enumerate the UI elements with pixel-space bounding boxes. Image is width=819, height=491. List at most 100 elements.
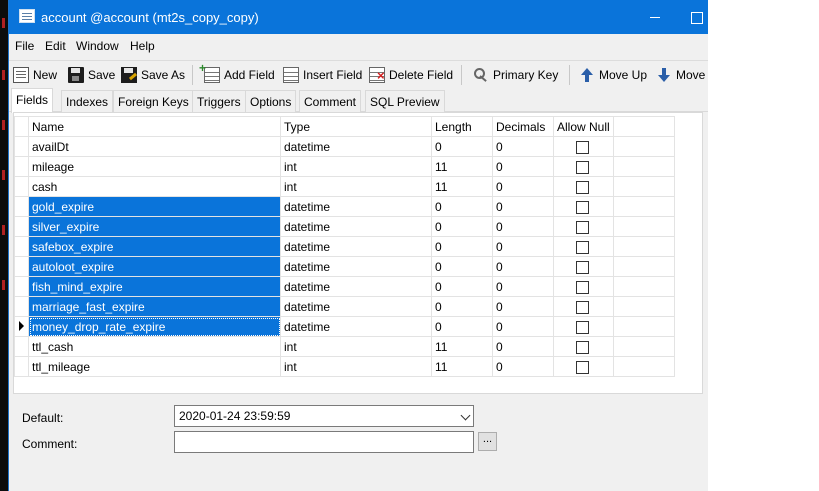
move-down-button[interactable]: Move (656, 65, 705, 85)
comment-ellipsis-button[interactable]: ... (478, 432, 497, 451)
cell-type[interactable]: datetime (280, 196, 432, 217)
allow-null-checkbox[interactable] (576, 220, 589, 234)
fields-grid[interactable]: Name Type Length Decimals Allow Null ava… (13, 112, 703, 394)
cell-decimals[interactable]: 0 (492, 156, 554, 177)
move-up-button[interactable]: Move Up (579, 65, 647, 85)
cell-type[interactable]: datetime (280, 216, 432, 237)
cell-type[interactable]: datetime (280, 296, 432, 317)
tab-sql-preview[interactable]: SQL Preview (365, 90, 445, 112)
cell-name[interactable]: money_drop_rate_expire (28, 316, 281, 337)
table-row[interactable]: silver_expire datetime 0 0 (14, 216, 675, 237)
cell-decimals[interactable]: 0 (492, 296, 554, 317)
insert-field-button[interactable]: Insert Field (283, 65, 362, 85)
cell-name[interactable]: marriage_fast_expire (28, 296, 281, 317)
cell-length[interactable]: 11 (431, 356, 493, 377)
allow-null-checkbox[interactable] (576, 140, 589, 154)
cell-name[interactable]: silver_expire (28, 216, 281, 237)
table-row[interactable]: ttl_cash int 11 0 (14, 336, 675, 357)
cell-name[interactable]: fish_mind_expire (28, 276, 281, 297)
cell-decimals[interactable]: 0 (492, 216, 554, 237)
cell-type[interactable]: int (280, 356, 432, 377)
allow-null-checkbox[interactable] (576, 360, 589, 374)
save-button[interactable]: Save (68, 65, 115, 85)
delete-field-button[interactable]: Delete Field (369, 65, 453, 85)
cell-name[interactable]: ttl_mileage (28, 356, 281, 377)
cell-name[interactable]: availDt (28, 136, 281, 157)
cell-name[interactable]: mileage (28, 156, 281, 177)
allow-null-checkbox[interactable] (576, 200, 589, 214)
menu-window[interactable]: Window (76, 39, 119, 53)
allow-null-checkbox[interactable] (576, 260, 589, 274)
minimize-button[interactable] (645, 8, 665, 26)
cell-length[interactable]: 0 (431, 256, 493, 277)
cell-allow-null[interactable] (553, 216, 614, 237)
allow-null-checkbox[interactable] (576, 240, 589, 254)
cell-decimals[interactable]: 0 (492, 336, 554, 357)
cell-type[interactable]: datetime (280, 276, 432, 297)
cell-type[interactable]: int (280, 336, 432, 357)
cell-allow-null[interactable] (553, 256, 614, 277)
table-row[interactable]: cash int 11 0 (14, 176, 675, 197)
cell-type[interactable]: int (280, 156, 432, 177)
cell-name[interactable]: gold_expire (28, 196, 281, 217)
cell-allow-null[interactable] (553, 276, 614, 297)
comment-field[interactable] (174, 431, 474, 453)
menu-file[interactable]: File (15, 39, 34, 53)
cell-decimals[interactable]: 0 (492, 356, 554, 377)
cell-allow-null[interactable] (553, 136, 614, 157)
table-row[interactable]: ttl_mileage int 11 0 (14, 356, 675, 377)
menu-help[interactable]: Help (130, 39, 155, 53)
table-row[interactable]: safebox_expire datetime 0 0 (14, 236, 675, 257)
cell-allow-null[interactable] (553, 176, 614, 197)
cell-allow-null[interactable] (553, 236, 614, 257)
cell-name[interactable]: safebox_expire (28, 236, 281, 257)
column-header-length[interactable]: Length (431, 116, 493, 137)
cell-allow-null[interactable] (553, 196, 614, 217)
table-row[interactable]: fish_mind_expire datetime 0 0 (14, 276, 675, 297)
tab-foreign-keys[interactable]: Foreign Keys (113, 90, 194, 112)
cell-decimals[interactable]: 0 (492, 196, 554, 217)
cell-type[interactable]: datetime (280, 236, 432, 257)
allow-null-checkbox[interactable] (576, 320, 589, 334)
column-header-decimals[interactable]: Decimals (492, 116, 554, 137)
allow-null-checkbox[interactable] (576, 160, 589, 174)
cell-name[interactable]: ttl_cash (28, 336, 281, 357)
cell-allow-null[interactable] (553, 356, 614, 377)
cell-length[interactable]: 0 (431, 236, 493, 257)
cell-length[interactable]: 0 (431, 196, 493, 217)
table-row[interactable]: autoloot_expire datetime 0 0 (14, 256, 675, 277)
menu-edit[interactable]: Edit (45, 39, 66, 53)
cell-name[interactable]: cash (28, 176, 281, 197)
cell-type[interactable]: datetime (280, 316, 432, 337)
cell-decimals[interactable]: 0 (492, 276, 554, 297)
table-row[interactable]: marriage_fast_expire datetime 0 0 (14, 296, 675, 317)
cell-type[interactable]: datetime (280, 256, 432, 277)
cell-decimals[interactable]: 0 (492, 236, 554, 257)
cell-length[interactable]: 11 (431, 176, 493, 197)
cell-length[interactable]: 0 (431, 136, 493, 157)
column-header-name[interactable]: Name (28, 116, 281, 137)
cell-decimals[interactable]: 0 (492, 316, 554, 337)
cell-length[interactable]: 11 (431, 336, 493, 357)
new-button[interactable]: New (13, 65, 57, 85)
table-row[interactable]: money_drop_rate_expire datetime 0 0 (14, 316, 675, 337)
primary-key-button[interactable]: Primary Key (473, 65, 558, 85)
allow-null-checkbox[interactable] (576, 280, 589, 294)
maximize-button[interactable] (686, 8, 706, 26)
tab-options[interactable]: Options (245, 90, 297, 112)
column-header-type[interactable]: Type (280, 116, 432, 137)
cell-decimals[interactable]: 0 (492, 176, 554, 197)
cell-name[interactable]: autoloot_expire (28, 256, 281, 277)
tab-fields[interactable]: Fields (11, 88, 54, 113)
cell-allow-null[interactable] (553, 296, 614, 317)
cell-length[interactable]: 0 (431, 296, 493, 317)
cell-allow-null[interactable] (553, 156, 614, 177)
allow-null-checkbox[interactable] (576, 180, 589, 194)
default-value-select[interactable]: 2020-01-24 23:59:59 (174, 405, 474, 427)
title-bar[interactable]: account @account (mt2s_copy_copy) (9, 0, 708, 34)
column-header-allow-null[interactable]: Allow Null (553, 116, 614, 137)
tab-indexes[interactable]: Indexes (61, 90, 114, 112)
cell-type[interactable]: int (280, 176, 432, 197)
add-field-button[interactable]: Add Field (199, 61, 275, 85)
save-as-button[interactable]: Save As (121, 65, 185, 85)
